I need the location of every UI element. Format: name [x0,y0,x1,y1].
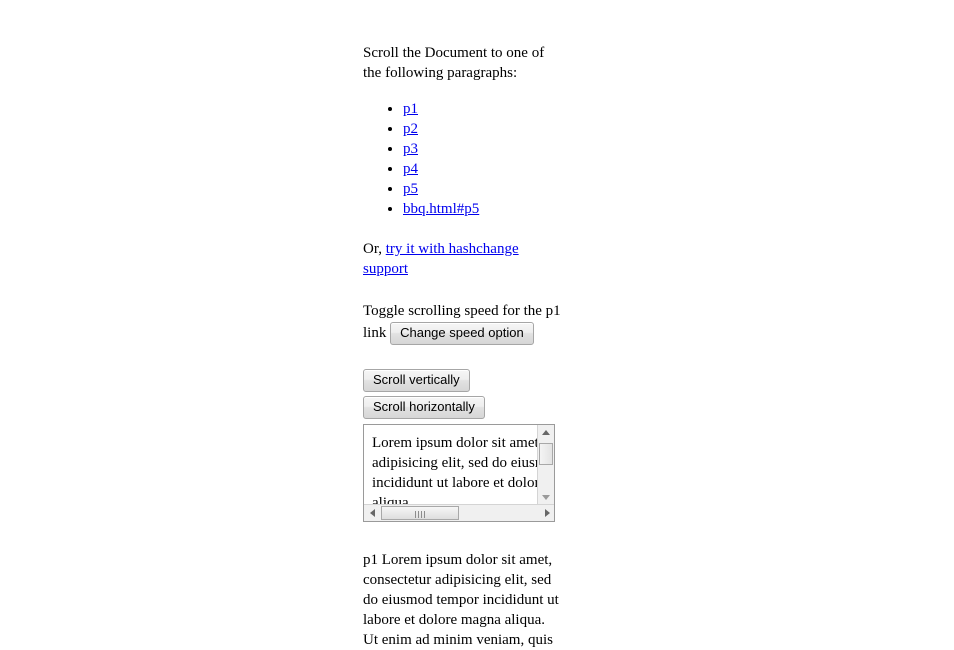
hashchange-line: Or, try it with hashchange support [363,239,563,279]
list-item: p4 [403,159,563,179]
content-column: Scroll the Document to one of the follow… [363,0,563,650]
scroll-box-viewport: Lorem ipsum dolor sit amet, consectetur … [364,425,538,505]
horizontal-scrollbar-thumb[interactable] [381,506,459,521]
list-item: p3 [403,139,563,159]
anchor-link-bbq-html-p5[interactable]: bbq.html#p5 [403,201,479,217]
scroll-left-arrow-icon[interactable] [364,505,380,521]
anchor-link-p5[interactable]: p5 [403,181,418,197]
horizontal-scrollbar[interactable] [364,504,554,522]
scroll-right-arrow-icon[interactable] [539,505,554,521]
change-speed-option-button[interactable]: Change speed option [390,322,534,346]
list-item: p1 [403,99,563,119]
list-item: p2 [403,119,563,139]
anchor-link-p4[interactable]: p4 [403,161,418,177]
paragraph-p1: p1 Lorem ipsum dolor sit amet, consectet… [363,552,559,649]
hashchange-link[interactable]: try it with hashchange support [363,241,519,277]
vertical-scrollbar-thumb[interactable] [539,443,553,466]
anchor-link-p1[interactable]: p1 [403,101,418,117]
list-item: p5 [403,179,563,199]
speed-toggle-line: Toggle scrolling speed for the p1 link C… [363,300,563,346]
scroll-vertically-button[interactable]: Scroll vertically [363,369,470,393]
list-item: bbq.html#p5 [403,199,563,219]
scroll-horizontally-button[interactable]: Scroll horizontally [363,396,485,420]
scroll-box-content: Lorem ipsum dolor sit amet, consectetur … [372,435,538,506]
intro-text: Scroll the Document to one of the follow… [363,45,545,81]
hashchange-prefix: Or, [363,241,382,257]
anchor-link-p2[interactable]: p2 [403,121,418,137]
anchor-link-list: p1 p2 p3 p4 p5 bbq.html#p5 [363,99,563,219]
anchor-link-p3[interactable]: p3 [403,141,418,157]
grip-icon [415,511,425,519]
scrollable-demo-box[interactable]: Lorem ipsum dolor sit amet, consectetur … [363,424,555,523]
scroll-up-arrow-icon[interactable] [538,425,554,442]
scroll-button-group: Scroll vertically Scroll horizontally [363,369,563,420]
vertical-scrollbar[interactable] [537,425,554,507]
